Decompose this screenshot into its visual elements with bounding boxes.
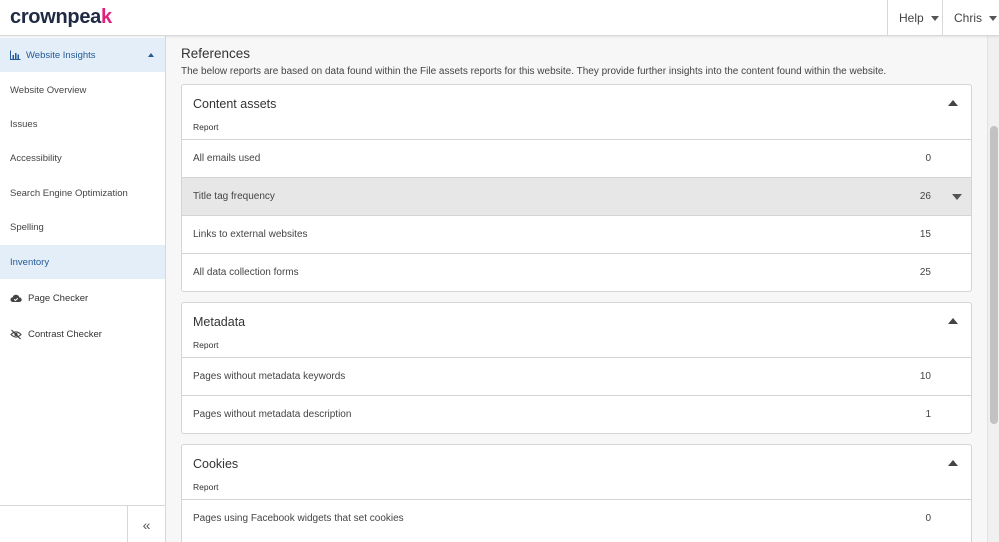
- double-chevron-left-icon: «: [142, 516, 151, 533]
- collapse-panel-icon[interactable]: [948, 460, 958, 466]
- sidebar: Website Insights Website Overview Issues…: [0, 36, 166, 542]
- table-row[interactable]: Pages without metadata description 1: [182, 395, 971, 433]
- table-row[interactable]: Links to external websites 15: [182, 215, 971, 253]
- main-content: References The below reports are based o…: [166, 36, 987, 542]
- panel-column-header: Report: [193, 340, 219, 350]
- eye-slash-icon: [10, 329, 22, 339]
- row-value: 1: [925, 409, 931, 420]
- row-value: 15: [919, 229, 931, 240]
- expand-row-icon[interactable]: [952, 194, 962, 200]
- table-row[interactable]: All data collection forms 25: [182, 253, 971, 291]
- bar-chart-icon: [10, 50, 21, 60]
- user-menu-button[interactable]: Chris: [942, 0, 999, 36]
- chevron-down-icon: [930, 15, 939, 21]
- sidebar-tool-label: Contrast Checker: [28, 328, 102, 340]
- row-label: Pages without metadata keywords: [193, 371, 346, 382]
- row-label: Links to external websites: [193, 229, 308, 240]
- user-label: Chris: [954, 11, 983, 25]
- panel-title: Metadata: [193, 315, 246, 329]
- sidebar-tool-label: Page Checker: [28, 292, 89, 304]
- sidebar-item-issues[interactable]: Issues: [0, 107, 165, 141]
- sidebar-item-label: Issues: [10, 118, 38, 130]
- sidebar-item-accessibility[interactable]: Accessibility: [0, 141, 165, 175]
- collapse-panel-icon[interactable]: [948, 318, 958, 324]
- collapse-sidebar-button[interactable]: «: [127, 506, 165, 542]
- table-row[interactable]: All emails used 0: [182, 139, 971, 177]
- row-value: 26: [919, 191, 931, 202]
- row-value: 25: [919, 267, 931, 278]
- panel-title: Content assets: [193, 97, 277, 111]
- row-label: Pages using Facebook widgets that set co…: [193, 513, 404, 524]
- panel-metadata: Metadata Report Pages without metadata k…: [181, 302, 972, 434]
- row-value: 0: [925, 513, 931, 524]
- collapse-panel-icon[interactable]: [948, 100, 958, 106]
- page-description: The below reports are based on data foun…: [181, 66, 887, 77]
- table-row[interactable]: Pages without metadata keywords 10: [182, 357, 971, 395]
- vertical-scrollbar[interactable]: [987, 36, 999, 542]
- sidebar-tool-contrast-checker[interactable]: Contrast Checker: [0, 319, 165, 349]
- page-title: References: [181, 46, 251, 61]
- table-row[interactable]: Title tag frequency 26: [182, 177, 971, 215]
- sidebar-item-label: Spelling: [10, 221, 44, 233]
- logo-text-accent: k: [100, 6, 112, 28]
- row-value: 0: [925, 153, 931, 164]
- panel-title: Cookies: [193, 457, 239, 471]
- sidebar-tool-page-checker[interactable]: Page Checker: [0, 283, 165, 313]
- crownpeak-logo[interactable]: crownpeak: [10, 6, 112, 29]
- row-label: All emails used: [193, 153, 261, 164]
- top-bar: crownpeak Help Chris: [0, 0, 999, 36]
- sidebar-item-website-overview[interactable]: Website Overview: [0, 73, 165, 107]
- logo-text: crownpea: [10, 6, 101, 28]
- panel-column-header: Report: [193, 482, 219, 492]
- row-value: 10: [919, 371, 931, 382]
- sidebar-section-label: Website Insights: [26, 49, 96, 61]
- chevron-up-icon: [148, 53, 154, 57]
- help-menu-button[interactable]: Help: [887, 0, 942, 36]
- row-label: Pages without metadata description: [193, 409, 352, 420]
- row-label: All data collection forms: [193, 267, 299, 278]
- sidebar-item-spelling[interactable]: Spelling: [0, 210, 165, 244]
- sidebar-item-seo[interactable]: Search Engine Optimization: [0, 176, 165, 210]
- scrollbar-thumb[interactable]: [990, 126, 998, 424]
- sidebar-item-label: Accessibility: [10, 152, 62, 164]
- help-label: Help: [899, 11, 924, 25]
- sidebar-item-label: Inventory: [10, 256, 50, 268]
- chevron-down-icon: [989, 15, 998, 21]
- panel-cookies: Cookies Report Pages using Facebook widg…: [181, 444, 972, 542]
- row-label: Title tag frequency: [193, 191, 275, 202]
- sidebar-section-website-insights[interactable]: Website Insights: [0, 38, 165, 72]
- sidebar-item-label: Search Engine Optimization: [10, 187, 128, 199]
- panel-column-header: Report: [193, 122, 219, 132]
- table-row[interactable]: Pages using Facebook widgets that set co…: [182, 499, 971, 537]
- sidebar-item-inventory[interactable]: Inventory: [0, 245, 165, 279]
- sidebar-footer: «: [0, 505, 165, 542]
- sidebar-item-label: Website Overview: [10, 84, 87, 96]
- cloud-check-icon: [10, 294, 22, 302]
- panel-content-assets: Content assets Report All emails used 0 …: [181, 84, 972, 292]
